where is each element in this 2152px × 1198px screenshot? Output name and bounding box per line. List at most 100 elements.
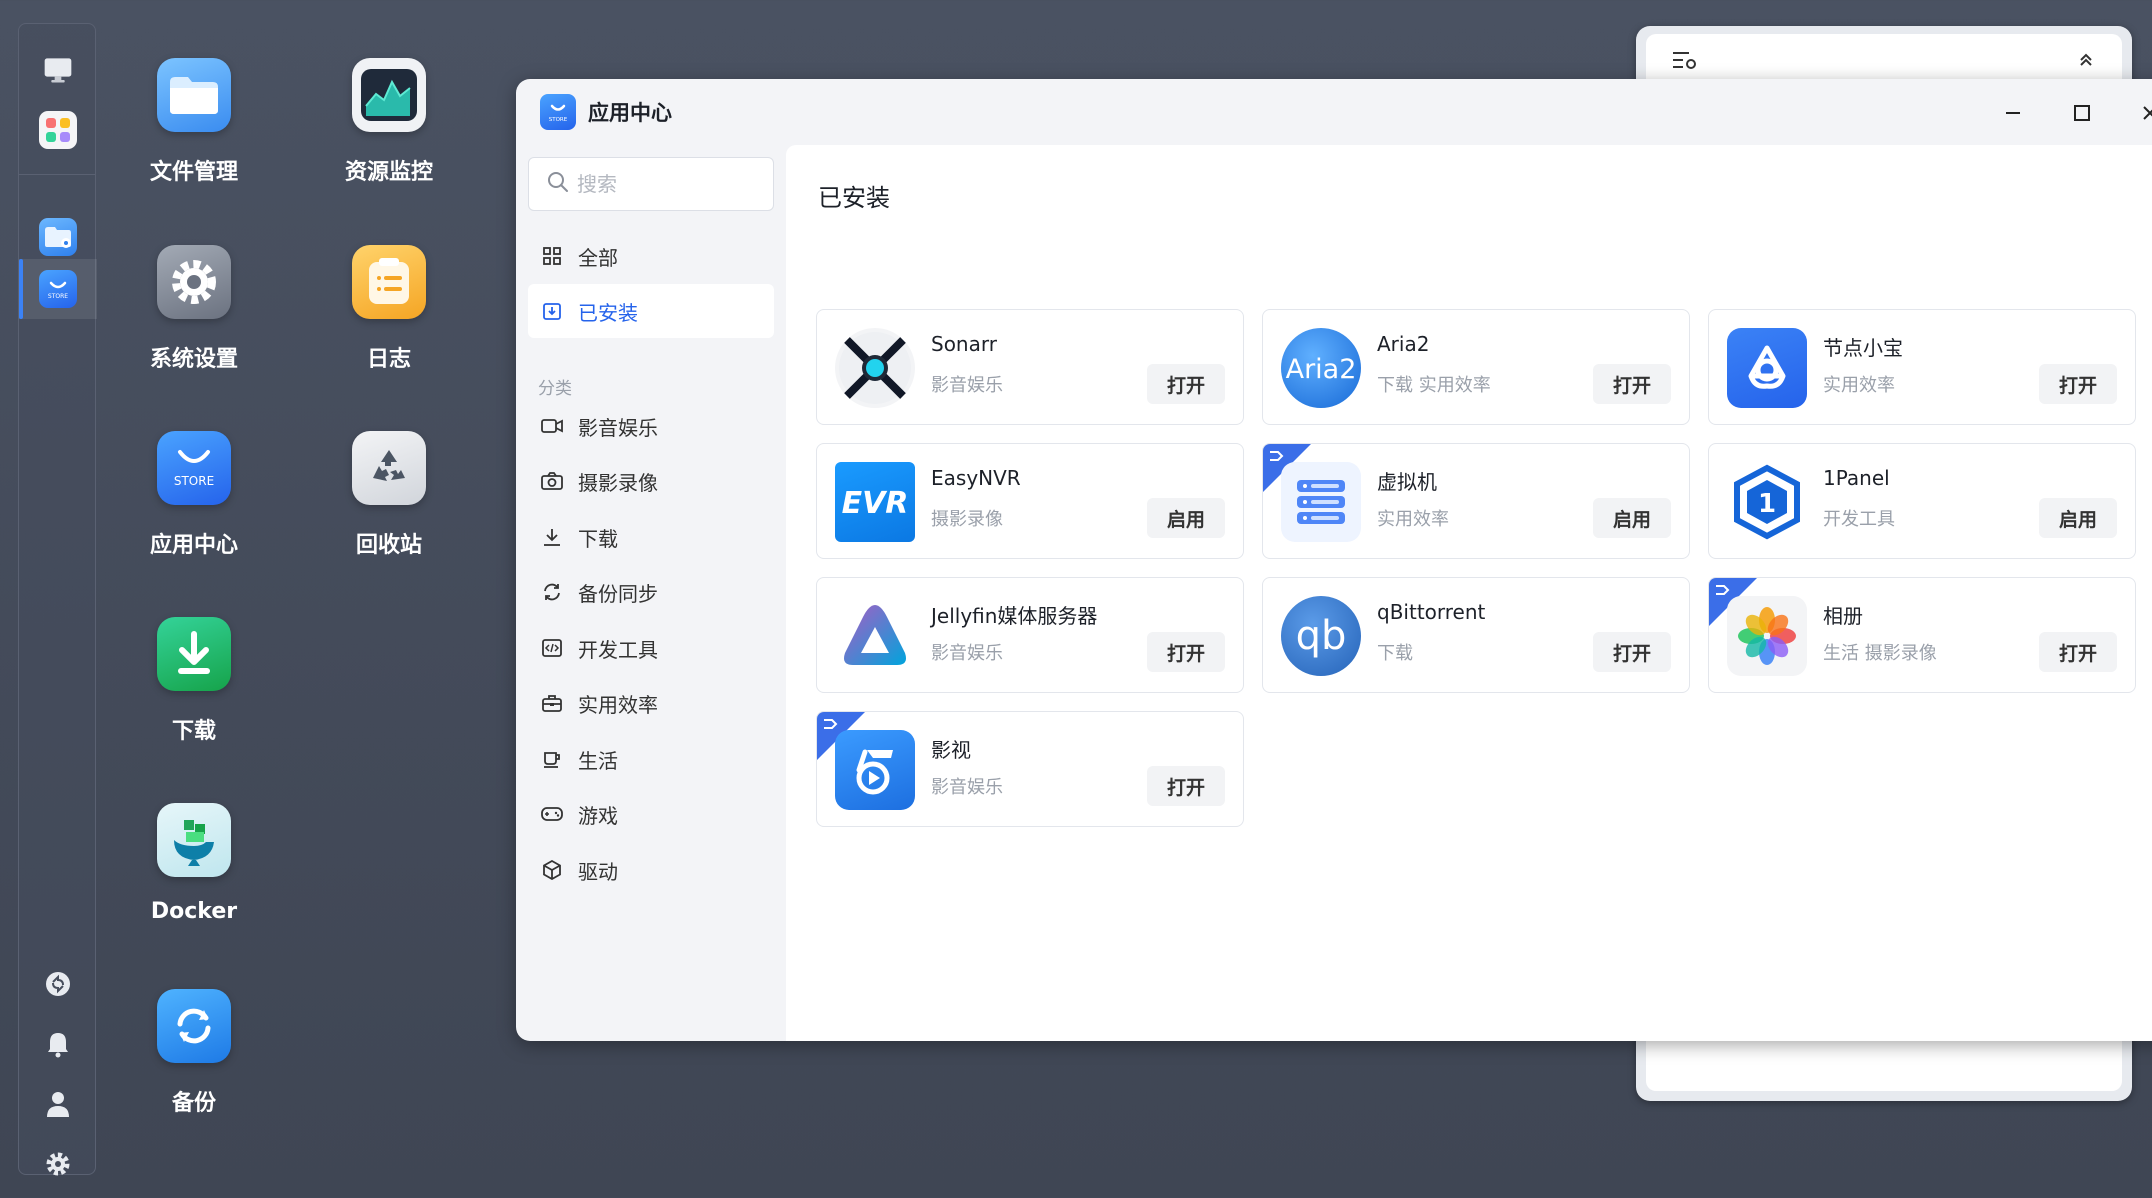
desktop-icon-label: 下载 bbox=[171, 719, 216, 744]
nav-item-label: 全部 bbox=[578, 245, 618, 270]
desktop-icon-log[interactable]: 日志 bbox=[309, 245, 469, 373]
search-input[interactable] bbox=[577, 172, 767, 196]
gear-icon bbox=[157, 245, 231, 319]
app-name: 节点小宝 bbox=[1823, 336, 1903, 360]
jellyfin-icon bbox=[835, 596, 915, 676]
recycle-icon bbox=[352, 431, 426, 505]
nav-item-drivers[interactable]: 驱动 bbox=[528, 843, 774, 897]
sync-circle-icon bbox=[43, 969, 73, 999]
svg-text:STORE: STORE bbox=[48, 293, 68, 300]
app-card-video[interactable]: 影视 影音娱乐 打开 bbox=[816, 711, 1244, 827]
open-button[interactable]: 打开 bbox=[2039, 632, 2117, 672]
store-icon: STORE bbox=[39, 270, 77, 308]
nav-item-camera[interactable]: 摄影录像 bbox=[528, 454, 774, 508]
app-card-sonarr[interactable]: Sonarr 影音娱乐 打开 bbox=[816, 309, 1244, 425]
app-category: 影音娱乐 bbox=[931, 643, 1003, 664]
badge-tag-icon bbox=[822, 716, 842, 735]
gamepad-icon bbox=[540, 802, 564, 826]
minimize-button[interactable] bbox=[1993, 93, 2033, 133]
open-button[interactable]: 打开 bbox=[1593, 632, 1671, 672]
enable-button[interactable]: 启用 bbox=[2039, 498, 2117, 538]
app-card-aria2[interactable]: Aria2 Aria2 下载 实用效率 打开 bbox=[1262, 309, 1690, 425]
open-button[interactable]: 打开 bbox=[1147, 766, 1225, 806]
nav-item-dev-tools[interactable]: 开发工具 bbox=[528, 621, 774, 675]
close-button[interactable] bbox=[2130, 93, 2152, 133]
backup-icon bbox=[157, 989, 231, 1063]
nav-item-label: 生活 bbox=[578, 748, 618, 773]
search-icon bbox=[547, 171, 569, 197]
nav-item-label: 游戏 bbox=[578, 803, 618, 828]
app-card-jellyfin[interactable]: Jellyfin媒体服务器 影音娱乐 打开 bbox=[816, 577, 1244, 693]
nav-item-productivity[interactable]: 实用效率 bbox=[528, 676, 774, 730]
nav-item-sync[interactable]: 备份同步 bbox=[528, 565, 774, 619]
nav-item-download[interactable]: 下载 bbox=[528, 510, 774, 564]
download-icon bbox=[157, 617, 231, 691]
open-button[interactable]: 打开 bbox=[1593, 364, 1671, 404]
open-button[interactable]: 打开 bbox=[1147, 632, 1225, 672]
app-category: 影音娱乐 bbox=[931, 777, 1003, 798]
app-category: 实用效率 bbox=[1823, 375, 1895, 396]
app-card-node-helper[interactable]: 节点小宝 实用效率 打开 bbox=[1708, 309, 2136, 425]
desktop-icon-download[interactable]: 下载 bbox=[114, 617, 274, 745]
app-category: 开发工具 bbox=[1823, 509, 1895, 530]
app-name: 相册 bbox=[1823, 604, 1863, 628]
desktop-icon-backup[interactable]: 备份 bbox=[114, 989, 274, 1117]
easynvr-icon-text: EVR bbox=[842, 486, 909, 521]
nav-item-label: 已安装 bbox=[578, 300, 638, 325]
app-card-photos[interactable]: 相册 生活 摄影录像 打开 bbox=[1708, 577, 2136, 693]
desktop-icon-resource-monitor[interactable]: 资源监控 bbox=[309, 58, 469, 186]
desktop-icon-label: 日志 bbox=[366, 347, 411, 372]
maximize-button[interactable] bbox=[2062, 93, 2102, 133]
nav-item-all[interactable]: 全部 bbox=[528, 229, 774, 283]
desktop-icon-docker[interactable]: Docker bbox=[114, 803, 274, 924]
nav-item-video[interactable]: 影音娱乐 bbox=[528, 399, 774, 453]
dock-item-app-center[interactable]: STORE bbox=[19, 259, 97, 319]
dock-item-user[interactable] bbox=[19, 1074, 97, 1134]
onepanel-icon-text: 1 bbox=[1758, 489, 1776, 519]
app-card-qbittorrent[interactable]: qb qBittorrent 下载 打开 bbox=[1262, 577, 1690, 693]
desktop-icon-app-center[interactable]: STORE 应用中心 bbox=[114, 431, 274, 559]
page-title: 已安装 bbox=[818, 184, 890, 212]
nav-item-games[interactable]: 游戏 bbox=[528, 787, 774, 841]
nav-item-label: 开发工具 bbox=[578, 637, 658, 662]
enable-button[interactable]: 启用 bbox=[1593, 498, 1671, 538]
photos-flower-icon bbox=[1727, 596, 1807, 676]
desktop-icon-label: 应用中心 bbox=[149, 533, 238, 558]
camera-icon bbox=[540, 469, 564, 493]
code-icon bbox=[540, 636, 564, 660]
desktop-icon-label: 资源监控 bbox=[344, 160, 433, 185]
store-icon: STORE bbox=[157, 431, 231, 505]
nav-item-label: 影音娱乐 bbox=[578, 415, 658, 440]
dock-item-file-manager[interactable] bbox=[19, 207, 97, 267]
app-card-easynvr[interactable]: EVR EasyNVR 摄影录像 启用 bbox=[816, 443, 1244, 559]
dock-item-notifications[interactable] bbox=[19, 1014, 97, 1074]
open-button[interactable]: 打开 bbox=[1147, 364, 1225, 404]
search-box[interactable] bbox=[528, 157, 774, 211]
desktop-icon-file-manager[interactable]: 文件管理 bbox=[114, 58, 274, 186]
desktop-icon-label: 文件管理 bbox=[149, 160, 238, 185]
desktop-icon-system-settings[interactable]: 系统设置 bbox=[114, 245, 274, 373]
filter-settings-icon[interactable] bbox=[1672, 49, 1698, 75]
app-card-1panel[interactable]: 1 1Panel 开发工具 启用 bbox=[1708, 443, 2136, 559]
dock-item-sync[interactable] bbox=[19, 954, 97, 1014]
log-icon bbox=[352, 245, 426, 319]
desktop-icon-recycle-bin[interactable]: 回收站 bbox=[309, 431, 469, 559]
user-icon bbox=[43, 1089, 73, 1119]
open-button[interactable]: 打开 bbox=[2039, 364, 2117, 404]
enable-button[interactable]: 启用 bbox=[1147, 498, 1225, 538]
nav-item-label: 备份同步 bbox=[578, 581, 658, 606]
qbittorrent-icon-text: qb bbox=[1296, 613, 1347, 659]
app-category: 下载 bbox=[1377, 643, 1413, 664]
window-titlebar[interactable]: STORE 应用中心 bbox=[516, 79, 2152, 145]
nav-item-life[interactable]: 生活 bbox=[528, 732, 774, 786]
dock-item-desktop[interactable] bbox=[19, 40, 97, 100]
svg-text:STORE: STORE bbox=[549, 117, 568, 123]
app-card-vm[interactable]: 虚拟机 实用效率 启用 bbox=[1262, 443, 1690, 559]
collapse-up-icon[interactable] bbox=[2076, 50, 2096, 74]
desktop-icon-label: 备份 bbox=[171, 1091, 216, 1116]
dock-item-settings[interactable] bbox=[19, 1134, 97, 1194]
nav-item-installed[interactable]: 已安装 bbox=[528, 284, 774, 338]
category-section-label: 分类 bbox=[538, 379, 572, 399]
dock-item-launcher[interactable] bbox=[19, 100, 97, 160]
app-name: 1Panel bbox=[1823, 466, 1890, 490]
